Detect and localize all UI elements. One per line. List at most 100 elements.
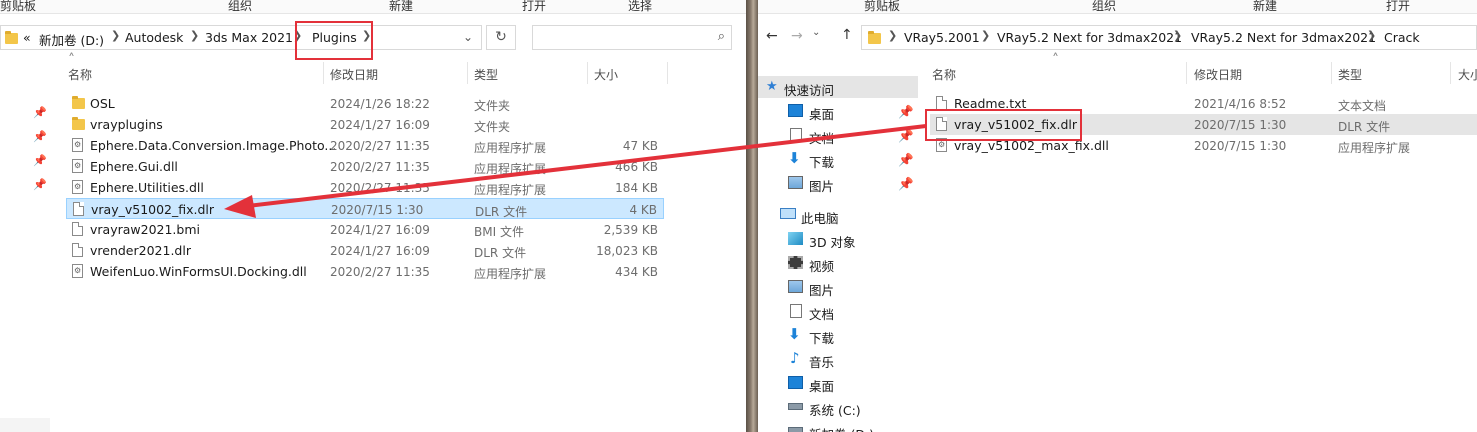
nav-drive-c[interactable]: 系统 (C:) [758,396,918,418]
address-bar[interactable]: ❯ VRay5.2001 ❯ VRay5.2 Next for 3dmax202… [861,25,1477,50]
file-row-ephere-gui[interactable]: Ephere.Gui.dll 2020/2/27 11:35 应用程序扩展 46… [66,156,664,177]
column-header: ˄ 名称 修改日期 类型 大小 [0,52,746,86]
ribbon-open[interactable]: 打开 [522,0,546,14]
pin-icon[interactable]: 📌 [898,128,914,144]
column-size[interactable]: 大小 [594,66,618,83]
breadcrumb-drive-d[interactable]: 新加卷 (D:) [39,30,104,49]
breadcrumb-vray-next-1[interactable]: VRay5.2 Next for 3dmax2021 [997,30,1182,45]
up-arrow-icon[interactable]: ↑ [841,27,853,43]
music-icon: ♪ [790,349,800,367]
file-icon [73,202,84,216]
ribbon-open[interactable]: 打开 [1386,0,1410,14]
forward-arrow-icon[interactable]: → [791,28,803,44]
breadcrumb-separator-icon[interactable]: ❯ [190,29,199,42]
search-icon: ⌕ [717,29,725,44]
refresh-icon: ↻ [495,29,507,45]
file-type: 文本文档 [1338,99,1387,113]
column-date[interactable]: 修改日期 [1194,66,1242,83]
breadcrumb-separator-icon[interactable]: ❯ [1173,29,1182,42]
refresh-button[interactable]: ↻ [486,25,516,50]
nav-this-pc[interactable]: 此电脑 [758,204,918,226]
download-icon: ⬇ [788,149,801,167]
nav-3d-objects[interactable]: 3D 对象 [758,228,918,250]
breadcrumb-vray5-2001[interactable]: VRay5.2001 [904,30,980,45]
picture-icon [788,176,803,189]
ribbon-new[interactable]: 新建 [1253,0,1277,14]
ribbon-clipboard[interactable]: 剪贴板 [0,0,36,14]
file-date: 2021/4/16 8:52 [1194,97,1287,111]
pin-icon[interactable]: 📌 [33,106,47,119]
navigation-pane: ★ 快速访问 桌面 📌 文档 📌 ⬇ 下载 📌 图片 📌 此电脑 3D 对象 视… [758,76,918,432]
pin-icon[interactable]: 📌 [33,130,47,143]
nav-desktop[interactable]: 桌面 📌 [758,100,918,122]
nav-music[interactable]: ♪ 音乐 [758,348,918,370]
highlight-box-plugins [295,21,373,60]
nav-downloads-2[interactable]: ⬇ 下载 [758,324,918,346]
ribbon-clipboard[interactable]: 剪贴板 [864,0,900,14]
ribbon-group-labels: 剪贴板 组织 新建 打开 选择 [0,0,746,14]
nav-pictures-2[interactable]: 图片 [758,276,918,298]
breadcrumb-overflow[interactable]: « [23,30,31,45]
column-name[interactable]: 名称 [68,66,92,83]
nav-documents-2[interactable]: 文档 [758,300,918,322]
pin-icon[interactable]: 📌 [898,176,914,192]
pin-icon[interactable]: 📌 [898,152,914,168]
nav-videos[interactable]: 视频 [758,252,918,274]
file-type: DLR 文件 [474,246,527,260]
breadcrumb-autodesk[interactable]: Autodesk [125,30,183,45]
file-row-vrayraw[interactable]: vrayraw2021.bmi 2024/1/27 16:09 BMI 文件 2… [66,219,664,240]
column-name[interactable]: 名称 [932,66,956,83]
breadcrumb-separator-icon[interactable]: ❯ [981,29,990,42]
nav-drive-d[interactable]: 新加卷 (D:) [758,420,918,432]
nav-pictures[interactable]: 图片 📌 [758,172,918,194]
column-type[interactable]: 类型 [1338,66,1362,83]
file-icon [72,222,83,236]
explorer-window-plugins: 剪贴板 组织 新建 打开 选择 « 新加卷 (D:) ❯ Autodesk ❯ … [0,0,746,432]
folder-icon [72,117,85,130]
search-input[interactable]: ⌕ [532,25,732,50]
breadcrumb-vray-next-2[interactable]: VRay5.2 Next for 3dmax2021 [1191,30,1376,45]
file-name: WeifenLuo.WinFormsUI.Docking.dll [90,264,307,279]
file-row-vrender[interactable]: vrender2021.dlr 2024/1/27 16:09 DLR 文件 1… [66,240,664,261]
navigation-pane-edge [0,418,50,432]
ribbon-new[interactable]: 新建 [389,0,413,14]
nav-documents[interactable]: 文档 📌 [758,124,918,146]
pin-icon[interactable]: 📌 [33,178,47,191]
file-type: 应用程序扩展 [1338,141,1411,155]
file-name: vray_v51002_fix.dlr [91,202,215,217]
file-date: 2020/2/27 11:35 [330,160,430,174]
nav-downloads[interactable]: ⬇ 下载 📌 [758,148,918,170]
breadcrumb-separator-icon[interactable]: ❯ [888,29,897,42]
file-row-ephere-data[interactable]: Ephere.Data.Conversion.Image.Photo... 20… [66,135,664,156]
document-icon [790,128,802,142]
ribbon-organize[interactable]: 组织 [228,0,252,14]
ribbon-organize[interactable]: 组织 [1092,0,1116,14]
breadcrumb-separator-icon[interactable]: ❯ [111,29,120,42]
back-arrow-icon[interactable]: ← [766,28,778,44]
ribbon-select[interactable]: 选择 [628,0,652,14]
breadcrumb-crack[interactable]: Crack [1384,30,1420,45]
explorer-window-crack: 剪贴板 组织 新建 打开 ← → ⌄ ↑ ❯ VRay5.2001 ❯ VRay… [758,0,1477,432]
recent-chevron-down-icon[interactable]: ⌄ [812,27,820,38]
nav-desktop-2[interactable]: 桌面 [758,372,918,394]
pin-icon[interactable]: 📌 [33,154,47,167]
file-row-vrayplugins[interactable]: vrayplugins 2024/1/27 16:09 文件夹 [66,114,664,135]
breadcrumb-3dsmax[interactable]: 3ds Max 2021 [205,30,293,45]
breadcrumb-separator-icon[interactable]: ❯ [1367,29,1376,42]
file-name: OSL [90,96,115,111]
column-type[interactable]: 类型 [474,66,498,83]
column-date[interactable]: 修改日期 [330,66,378,83]
pin-icon[interactable]: 📌 [898,104,914,120]
file-row-weifenluo[interactable]: WeifenLuo.WinFormsUI.Docking.dll 2020/2/… [66,261,664,282]
file-row-vray-fix-selected[interactable]: vray_v51002_fix.dlr 2020/7/15 1:30 DLR 文… [66,198,664,219]
file-row-ephere-utilities[interactable]: Ephere.Utilities.dll 2020/2/27 11:35 应用程… [66,177,664,198]
column-size[interactable]: 大小 [1458,66,1477,83]
address-row: « 新加卷 (D:) ❯ Autodesk ❯ 3ds Max 2021 ❯ P… [0,20,746,56]
video-icon [788,256,803,269]
chevron-down-icon[interactable]: ⌄ [463,30,473,44]
file-name: Ephere.Gui.dll [90,159,178,174]
file-row-osl[interactable]: OSL 2024/1/26 18:22 文件夹 [66,93,664,114]
address-bar[interactable]: « 新加卷 (D:) ❯ Autodesk ❯ 3ds Max 2021 ❯ P… [0,25,482,50]
file-icon [72,243,83,257]
computer-icon [780,208,796,219]
